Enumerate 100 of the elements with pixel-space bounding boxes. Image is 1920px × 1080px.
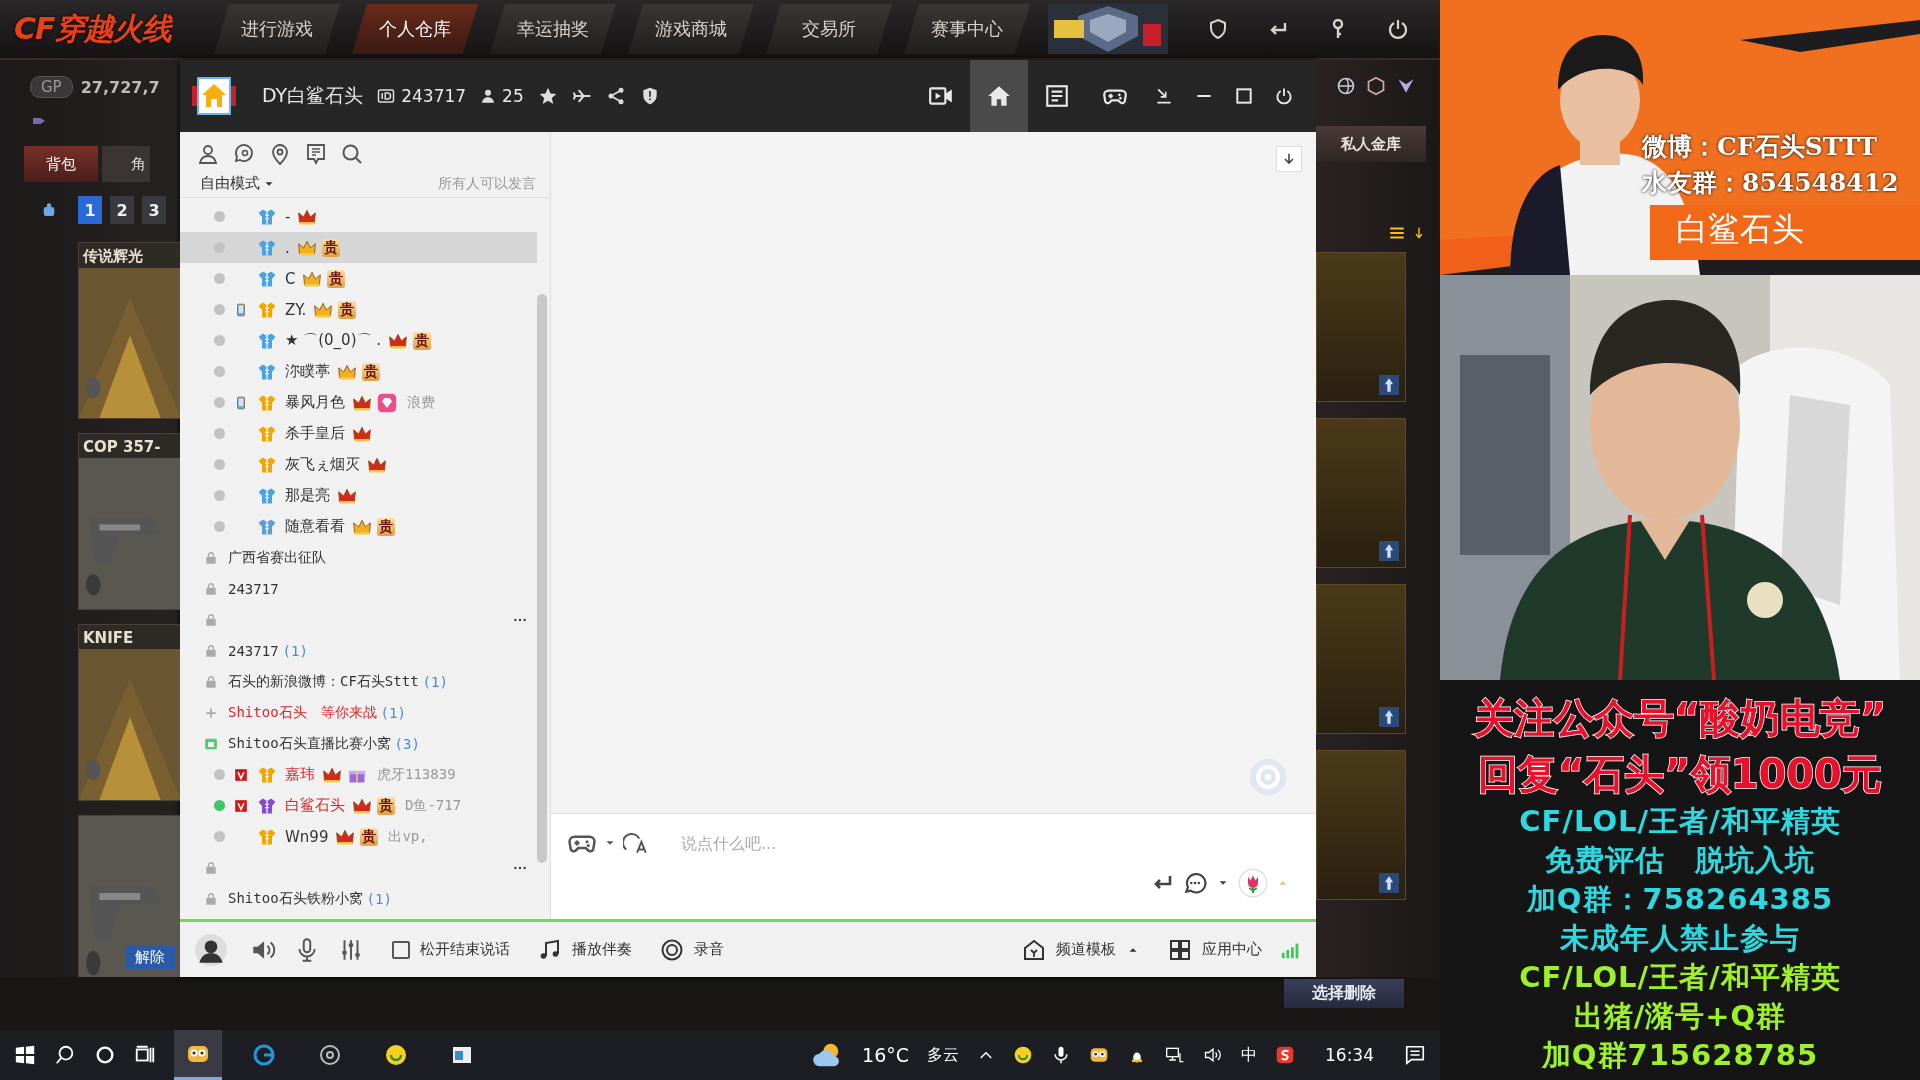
channel-row[interactable]: 广西省赛出征队	[180, 542, 537, 573]
bag-tab[interactable]: 角	[102, 146, 150, 182]
member-row[interactable]: 暴风月色 浪费	[180, 387, 537, 418]
sogou-icon[interactable]	[1275, 1045, 1295, 1065]
member-row[interactable]: ZY. 贵	[180, 294, 537, 325]
owl-icon[interactable]	[1089, 1045, 1109, 1065]
game-tab[interactable]: 游戏商城	[628, 4, 754, 54]
notes-icon[interactable]	[304, 142, 328, 166]
circle-icon[interactable]	[94, 1044, 116, 1066]
channel-row[interactable]: 石头的新浪微博：CF石头Sttt (1)	[180, 666, 537, 697]
pin-icon[interactable]	[1379, 873, 1399, 893]
pin-icon[interactable]	[1379, 541, 1399, 561]
channel-name: Shitoo石头直播比赛小窝	[228, 734, 391, 753]
member-count: (1)	[282, 642, 308, 659]
channel-row[interactable]: 243717 (1)	[180, 635, 537, 666]
flower-icon[interactable]	[1238, 868, 1268, 898]
taskbar-app[interactable]	[174, 1030, 222, 1080]
promo-text: 加Q群715628785	[1541, 1037, 1819, 1074]
release-button[interactable]: 解除	[125, 946, 175, 969]
microphone-icon[interactable]	[1051, 1045, 1071, 1065]
chat-bubble-icon[interactable]	[1182, 870, 1208, 896]
item-card[interactable]: 解除	[78, 815, 180, 977]
record-icon	[660, 937, 684, 962]
member-count: (1)	[380, 704, 406, 721]
item-card[interactable]: COP 357-	[78, 433, 180, 610]
member-row[interactable]: 那是亮	[180, 480, 537, 511]
channel-name: Shitoo石头 等你来战	[228, 703, 377, 722]
member-row[interactable]: C 贵	[180, 263, 537, 294]
member-row[interactable]: 杀手皇后	[180, 418, 537, 449]
pin-icon[interactable]	[1379, 707, 1399, 727]
network-icon[interactable]	[1165, 1045, 1185, 1065]
nav-button[interactable]	[970, 60, 1028, 132]
music-note-icon	[538, 937, 562, 962]
accompaniment-button[interactable]: 播放伴奏	[538, 937, 632, 962]
channel-name: 243717	[228, 580, 279, 597]
clock[interactable]: 16:34	[1325, 1045, 1374, 1065]
noble-badge: 贵	[321, 238, 340, 257]
page-button[interactable]: 1	[78, 196, 102, 224]
channel-row[interactable]: 243717	[180, 573, 537, 604]
channel-row[interactable]: Shitoo石头铁粉小窝 (1)	[180, 883, 537, 914]
hold-to-talk-checkbox[interactable]: 松开结束说话	[392, 940, 510, 959]
search-icon[interactable]	[340, 142, 364, 166]
member-row[interactable]: 白鲨石头 贵 D鱼-717	[180, 790, 537, 821]
channel-row[interactable]: Shitoo石头 等你来战 (1)	[180, 697, 537, 728]
member-row[interactable]: 嘉玮 虎牙113839	[180, 759, 537, 790]
member-row[interactable]: 沵瞨葶 贵	[180, 356, 537, 387]
member-row[interactable]: -	[180, 201, 537, 232]
template-button[interactable]: 频道模板	[1022, 937, 1140, 962]
close-icon[interactable]	[1274, 86, 1294, 106]
item-card[interactable]: 传说辉光	[78, 242, 180, 419]
game-tab[interactable]: 进行游戏	[214, 4, 340, 54]
message-input[interactable]: 说点什么吧...	[679, 832, 1083, 854]
game-tab[interactable]: 个人仓库	[352, 4, 478, 54]
tray-icon[interactable]	[1154, 86, 1174, 106]
search-icon[interactable]	[54, 1044, 76, 1066]
gp-label: GP	[30, 76, 73, 98]
aperture-icon	[318, 1043, 342, 1067]
power-icon[interactable]	[1386, 17, 1410, 41]
game-tab[interactable]: 赛事中心	[904, 4, 1030, 54]
channel-row[interactable]: Shitoo石头直播比赛小窝 (3)	[180, 728, 537, 759]
user-icon[interactable]	[196, 142, 220, 166]
noble-badge: 贵	[362, 362, 380, 381]
lock-icon	[204, 860, 218, 875]
record-button[interactable]: 录音	[660, 937, 724, 962]
delete-selected-button[interactable]: 选择删除	[1284, 979, 1404, 1008]
member-row[interactable]: Wn99 贵 出vp,	[180, 821, 537, 852]
channel-name: DY白鲨石头	[262, 83, 364, 108]
notification-icon[interactable]	[1404, 1044, 1426, 1066]
ball-icon[interactable]	[1013, 1045, 1033, 1065]
speak-rule: 所有人可以发言	[438, 174, 536, 193]
font-icon[interactable]	[623, 830, 649, 856]
swirl-icon	[252, 1043, 276, 1067]
star-icon[interactable]	[537, 86, 558, 106]
vault-button[interactable]: 私人金库	[1316, 126, 1426, 162]
mode-dropdown[interactable]: 自由模式	[200, 174, 276, 193]
app-center-button[interactable]: 应用中心	[1168, 937, 1262, 962]
emblem-icon[interactable]	[1366, 76, 1386, 96]
member-row[interactable]: . 贵	[180, 232, 537, 263]
member-name: 嘉玮	[285, 765, 315, 784]
promo-text: CF/LOL/王者/和平精英	[1519, 803, 1841, 840]
channel-name: Shitoo石头铁粉小窝	[228, 889, 363, 908]
member-name: 灰飞ぇ烟灭	[285, 455, 360, 474]
maximize-icon[interactable]	[1234, 86, 1254, 106]
member-row[interactable]: 灰飞ぇ烟灭	[180, 449, 537, 480]
item-card[interactable]: KNIFE	[78, 624, 180, 801]
input-method[interactable]: 中	[1241, 1044, 1257, 1066]
windows-icon[interactable]	[14, 1044, 36, 1066]
page-button[interactable]: 3	[142, 196, 166, 224]
game-tab[interactable]: 交易所	[766, 4, 892, 54]
globe-icon[interactable]	[1336, 76, 1356, 96]
pin-icon[interactable]	[1379, 375, 1399, 395]
member-row[interactable]: 随意看看 贵	[180, 511, 537, 542]
scroll-down-icon[interactable]	[1276, 146, 1302, 172]
member-row[interactable]: ★ ⌒(0_0)⌒ . 贵	[180, 325, 537, 356]
promo-text: 出猪/潴号+Q群	[1573, 998, 1787, 1035]
volume-icon[interactable]	[1203, 1045, 1223, 1065]
page-button[interactable]: 2	[110, 196, 134, 224]
member-count: (3)	[394, 735, 420, 752]
bag-tab[interactable]: 背包	[24, 146, 98, 182]
game-tab[interactable]: 幸运抽奖	[490, 4, 616, 54]
